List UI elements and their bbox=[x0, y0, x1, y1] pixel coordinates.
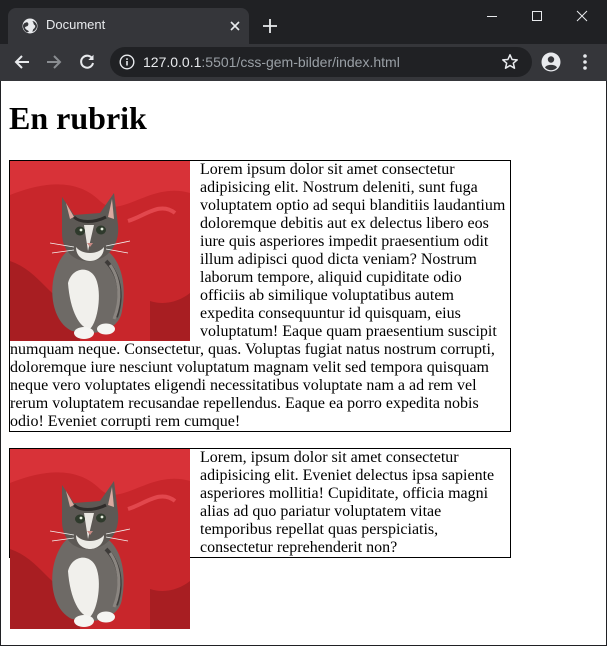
info-icon[interactable] bbox=[119, 54, 135, 70]
url-path: :5501/css-gem-bilder/index.html bbox=[201, 54, 400, 70]
page-title: En rubrik bbox=[9, 100, 147, 136]
page-viewport[interactable]: En rubrik Lorem ipsum dolor sit amet con… bbox=[1, 81, 606, 645]
url-host: 127.0.0.1 bbox=[143, 54, 202, 70]
tab-title: Document bbox=[46, 17, 106, 32]
address-bar[interactable]: 127.0.0.1:5501/css-gem-bilder/index.html bbox=[110, 47, 532, 77]
browser-toolbar: 127.0.0.1:5501/css-gem-bilder/index.html bbox=[0, 44, 607, 81]
back-button[interactable] bbox=[12, 52, 32, 72]
browser-tab[interactable]: Document bbox=[8, 8, 249, 44]
minimize-icon bbox=[487, 16, 497, 17]
reload-icon bbox=[80, 54, 94, 69]
kitten-photo bbox=[10, 161, 190, 341]
close-icon[interactable] bbox=[227, 18, 243, 34]
close-window-icon bbox=[576, 10, 588, 22]
arrow-left-icon bbox=[14, 55, 29, 69]
close-window-button[interactable] bbox=[559, 0, 605, 32]
article-card: Lorem ipsum dolor sit amet consectetur a… bbox=[9, 160, 511, 432]
star-icon[interactable] bbox=[501, 53, 519, 71]
tab-strip: Document bbox=[0, 0, 607, 44]
plus-icon[interactable] bbox=[260, 16, 280, 36]
minimize-button[interactable] bbox=[469, 0, 515, 32]
maximize-icon bbox=[532, 11, 542, 21]
reload-button[interactable] bbox=[77, 52, 97, 72]
arrow-right-icon bbox=[47, 55, 62, 69]
article-card: Lorem, ipsum dolor sit amet consectetur … bbox=[9, 448, 511, 558]
kebab-menu-icon bbox=[583, 54, 587, 70]
maximize-button[interactable] bbox=[514, 0, 560, 32]
menu-button[interactable] bbox=[575, 52, 595, 72]
url-text[interactable]: 127.0.0.1:5501/css-gem-bilder/index.html bbox=[143, 54, 400, 70]
kitten-photo bbox=[10, 449, 190, 629]
account-icon bbox=[541, 52, 561, 72]
profile-button[interactable] bbox=[541, 52, 561, 72]
globe-icon bbox=[22, 18, 38, 34]
forward-button[interactable] bbox=[44, 52, 64, 72]
